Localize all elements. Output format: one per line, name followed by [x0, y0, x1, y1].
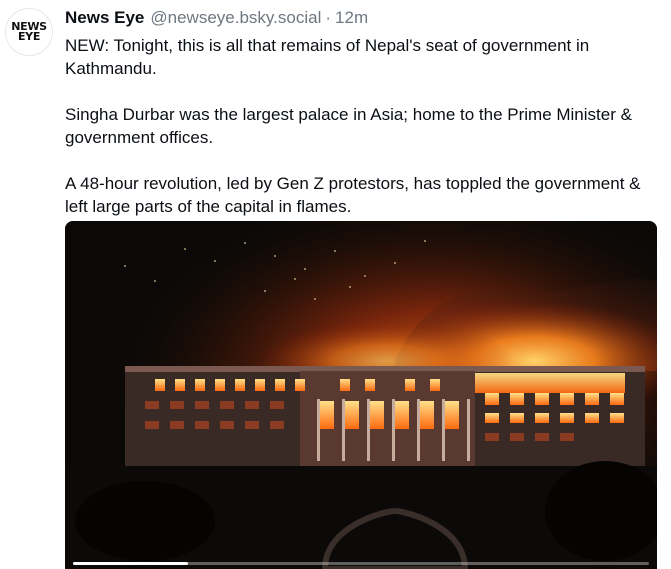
post: NEWS EYE News Eye @newseye.bsky.social ·…: [0, 0, 671, 569]
video-progress-track[interactable]: [73, 562, 649, 565]
author-handle[interactable]: @newseye.bsky.social: [150, 8, 321, 28]
post-timestamp[interactable]: 12m: [335, 8, 368, 28]
post-text: NEW: Tonight, this is all that remains o…: [65, 34, 660, 218]
author-name[interactable]: News Eye: [65, 8, 144, 28]
post-paragraph: NEW: Tonight, this is all that remains o…: [65, 36, 590, 78]
post-paragraph: Singha Durbar was the largest palace in …: [65, 105, 632, 147]
avatar-logo-line2: EYE: [17, 30, 41, 43]
post-paragraph: A 48-hour revolution, led by Gen Z prote…: [65, 174, 641, 216]
video-frame: [65, 221, 657, 569]
video-progress-fill: [73, 562, 189, 565]
avatar[interactable]: NEWS EYE: [5, 8, 53, 56]
video-player[interactable]: [65, 221, 657, 569]
separator-dot: ·: [325, 8, 332, 27]
post-header: News Eye @newseye.bsky.social · 12m: [65, 8, 368, 30]
